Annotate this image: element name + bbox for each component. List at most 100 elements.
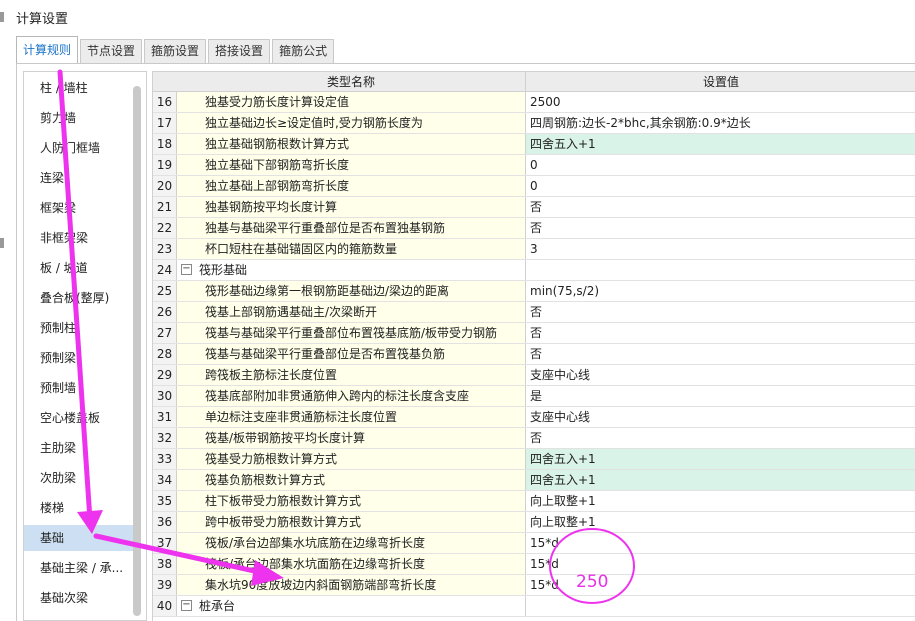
row-number: 35 — [153, 491, 177, 511]
table-row[interactable]: 20 独立基础上部钢筋弯折长度 0 — [153, 176, 915, 197]
row-type-name: 筏形基础边缘第一根钢筋距基础边/梁边的距离 — [177, 281, 526, 301]
row-setting-value[interactable]: 支座中心线 — [526, 365, 915, 385]
category-item[interactable]: 剪力墙 — [24, 105, 133, 131]
row-setting-value[interactable]: 四舍五入+1 — [526, 449, 915, 469]
table-row[interactable]: 25 筏形基础边缘第一根钢筋距基础边/梁边的距离 min(75,s/2) — [153, 281, 915, 302]
row-setting-value[interactable]: 否 — [526, 218, 915, 238]
tab-3[interactable]: 箍筋设置 — [144, 39, 207, 64]
row-setting-value[interactable]: 向上取整+1 — [526, 512, 915, 532]
category-item[interactable]: 基础 — [24, 525, 133, 551]
table-row[interactable]: 28 筏基与基础梁平行重叠部位是否布置筏基负筋 否 — [153, 344, 915, 365]
row-type-name: 筏基与基础梁平行重叠部位是否布置筏基负筋 — [177, 344, 526, 364]
header-type-name[interactable]: 类型名称 — [177, 72, 526, 92]
collapse-toggle-icon[interactable]: − — [181, 264, 192, 275]
row-type-name: 独基与基础梁平行重叠部位是否布置独基钢筋 — [177, 218, 526, 238]
row-setting-value[interactable]: 四舍五入+1 — [526, 134, 915, 154]
settings-grid: 类型名称 设置值 16 独基受力筋长度计算设定值 2500 17 独立基础边长≥设定值时… — [152, 71, 915, 621]
table-row[interactable]: 21 独基钢筋按平均长度计算 否 — [153, 197, 915, 218]
tab-5[interactable]: 箍筋公式 — [272, 39, 335, 64]
category-item[interactable]: 柱 / 墙柱 — [24, 75, 133, 101]
row-setting-value[interactable]: 四周钢筋:边长-2*bhc,其余钢筋:0.9*边长 — [526, 113, 915, 133]
row-setting-value[interactable]: min(75,s/2) — [526, 281, 915, 301]
row-number: 21 — [153, 197, 177, 217]
category-item[interactable]: 叠合板(整厚) — [24, 285, 133, 311]
table-row[interactable]: 35 柱下板带受力筋根数计算方式 向上取整+1 — [153, 491, 915, 512]
row-setting-value[interactable]: 15*d — [526, 533, 915, 553]
row-setting-value[interactable] — [526, 596, 915, 616]
row-type-name-text: 筏基与基础梁平行重叠部位布置筏基底筋/板带受力钢筋 — [205, 326, 498, 340]
row-setting-value[interactable]: 3 — [526, 239, 915, 259]
table-row[interactable]: 38 筏板/承台边部集水坑面筋在边缘弯折长度 15*d — [153, 554, 915, 575]
table-row[interactable]: 18 独立基础钢筋根数计算方式 四舍五入+1 — [153, 134, 915, 155]
tab-4[interactable]: 搭接设置 — [208, 39, 271, 64]
tab-bar: 计算规则 节点设置 箍筋设置 搭接设置 箍筋公式 — [16, 36, 336, 64]
row-type-name: − 筏形基础 — [177, 260, 526, 280]
row-setting-value[interactable]: 否 — [526, 302, 915, 322]
table-row[interactable]: 29 跨筏板主筋标注长度位置 支座中心线 — [153, 365, 915, 386]
row-setting-value[interactable]: 0 — [526, 155, 915, 175]
table-row[interactable]: 26 筏基上部钢筋遇基础主/次梁断开 否 — [153, 302, 915, 323]
category-item[interactable]: 板 / 坡道 — [24, 255, 133, 281]
row-setting-value[interactable]: 向上取整+1 — [526, 491, 915, 511]
category-item[interactable]: 预制柱 — [24, 315, 133, 341]
category-item[interactable]: 主肋梁 — [24, 435, 133, 461]
row-setting-value[interactable]: 15*d — [526, 554, 915, 574]
row-type-name-text: 筏基受力筋根数计算方式 — [205, 452, 338, 466]
table-row[interactable]: 39 集水坑90度放坡边内斜面钢筋端部弯折长度 15*d — [153, 575, 915, 596]
table-row[interactable]: 32 筏基/板带钢筋按平均长度计算 否 — [153, 428, 915, 449]
edge-mark — [0, 12, 4, 22]
tab-2[interactable]: 节点设置 — [80, 39, 143, 64]
table-row[interactable]: 31 单边标注支座非贯通筋标注长度位置 支座中心线 — [153, 407, 915, 428]
header-setting-value[interactable]: 设置值 — [526, 72, 915, 92]
row-number: 28 — [153, 344, 177, 364]
table-row[interactable]: 33 筏基受力筋根数计算方式 四舍五入+1 — [153, 449, 915, 470]
table-row[interactable]: 19 独立基础下部钢筋弯折长度 0 — [153, 155, 915, 176]
category-item[interactable]: 基础次梁 — [24, 585, 133, 611]
category-item[interactable]: 楼梯 — [24, 495, 133, 521]
table-row[interactable]: 22 独基与基础梁平行重叠部位是否布置独基钢筋 否 — [153, 218, 915, 239]
row-type-name: 集水坑90度放坡边内斜面钢筋端部弯折长度 — [177, 575, 526, 595]
group-row[interactable]: 40− 桩承台 — [153, 596, 915, 617]
row-type-name: 柱下板带受力筋根数计算方式 — [177, 491, 526, 511]
category-item[interactable]: 次肋梁 — [24, 465, 133, 491]
row-type-name-text: 独立基础下部钢筋弯折长度 — [205, 158, 350, 172]
table-row[interactable]: 30 筏基底部附加非贯通筋伸入跨内的标注长度含支座 是 — [153, 386, 915, 407]
table-row[interactable]: 36 跨中板带受力筋根数计算方式 向上取整+1 — [153, 512, 915, 533]
row-type-name: 独立基础钢筋根数计算方式 — [177, 134, 526, 154]
row-setting-value[interactable]: 2500 — [526, 92, 915, 112]
category-item[interactable]: 预制墙 — [24, 375, 133, 401]
row-type-name-text: 跨中板带受力筋根数计算方式 — [205, 515, 362, 529]
tab-1[interactable]: 计算规则 — [16, 36, 79, 64]
row-number: 27 — [153, 323, 177, 343]
table-row[interactable]: 23 杯口短柱在基础锚固区内的箍筋数量 3 — [153, 239, 915, 260]
row-number: 17 — [153, 113, 177, 133]
row-setting-value[interactable]: 否 — [526, 428, 915, 448]
row-number: 36 — [153, 512, 177, 532]
row-setting-value[interactable] — [526, 260, 915, 280]
table-row[interactable]: 17 独立基础边长≥设定值时,受力钢筋长度为 四周钢筋:边长-2*bhc,其余钢筋:… — [153, 113, 915, 134]
table-row[interactable]: 37 筏板/承台边部集水坑底筋在边缘弯折长度 15*d — [153, 533, 915, 554]
category-item[interactable]: 预制梁 — [24, 345, 133, 371]
row-setting-value[interactable]: 是 — [526, 386, 915, 406]
category-item[interactable]: 基础主梁 / 承... — [24, 555, 133, 581]
category-item[interactable]: 连梁 — [24, 165, 133, 191]
row-setting-value[interactable]: 否 — [526, 197, 915, 217]
category-list-scrollbar[interactable] — [133, 86, 141, 616]
group-row[interactable]: 24− 筏形基础 — [153, 260, 915, 281]
category-item[interactable]: 人防门框墙 — [24, 135, 133, 161]
category-item[interactable]: 空心楼盖板 — [24, 405, 133, 431]
row-setting-value[interactable]: 四舍五入+1 — [526, 470, 915, 490]
category-item[interactable]: 非框架梁 — [24, 225, 133, 251]
table-row[interactable]: 34 筏基负筋根数计算方式 四舍五入+1 — [153, 470, 915, 491]
row-setting-value[interactable]: 否 — [526, 344, 915, 364]
collapse-toggle-icon[interactable]: − — [181, 600, 192, 611]
row-setting-value[interactable]: 支座中心线 — [526, 407, 915, 427]
table-row[interactable]: 27 筏基与基础梁平行重叠部位布置筏基底筋/板带受力钢筋 否 — [153, 323, 915, 344]
row-number: 29 — [153, 365, 177, 385]
row-number: 33 — [153, 449, 177, 469]
row-setting-value[interactable]: 0 — [526, 176, 915, 196]
row-type-name: 单边标注支座非贯通筋标注长度位置 — [177, 407, 526, 427]
row-setting-value[interactable]: 否 — [526, 323, 915, 343]
table-row[interactable]: 16 独基受力筋长度计算设定值 2500 — [153, 92, 915, 113]
category-item[interactable]: 框架梁 — [24, 195, 133, 221]
